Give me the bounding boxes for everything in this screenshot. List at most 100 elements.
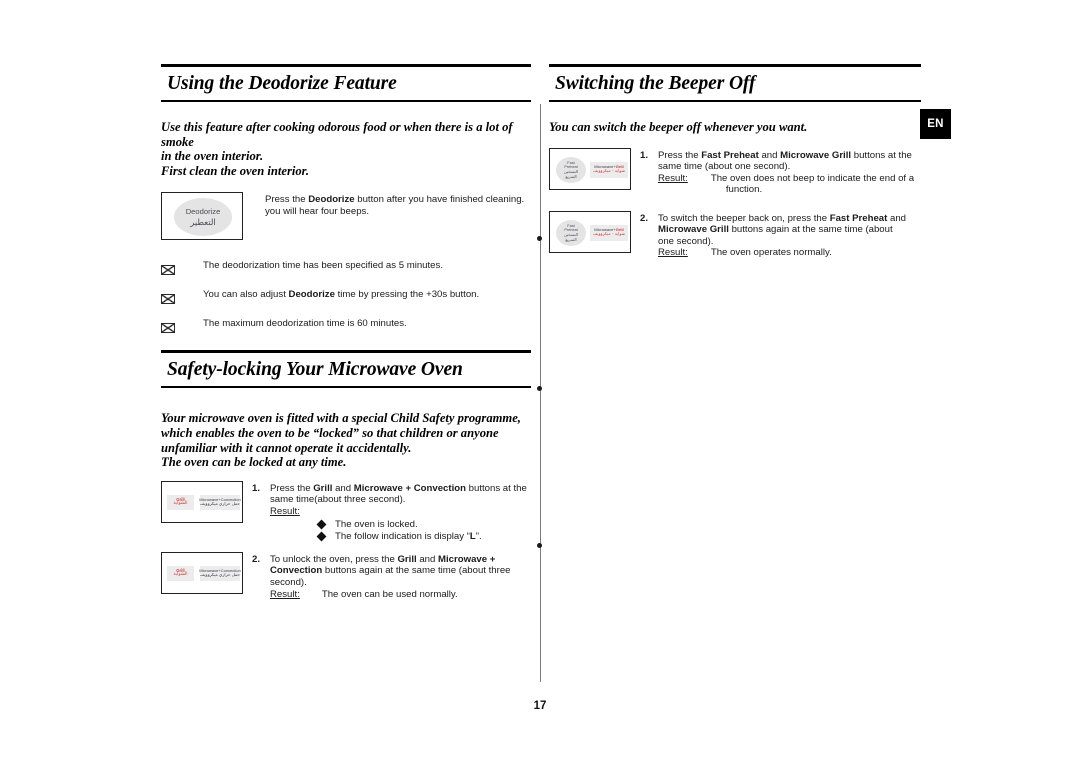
- deodorize-label-en: Deodorize: [185, 207, 221, 217]
- step-text-b: and: [416, 553, 439, 565]
- step-text-bold-convection: Convection: [270, 565, 323, 577]
- result-text-line2: function.: [725, 184, 763, 196]
- safety-lock-step-2-block: Grill الشواية Microwave+Convection حمل ح…: [161, 551, 531, 608]
- safety-lock-step-1: 1. Press the Grill and Microwave + Conve…: [252, 483, 531, 543]
- grill-button-chip: Grill الشواية: [167, 494, 194, 510]
- microwave-convection-label-ar: حمل حراري ميكروويف: [200, 572, 240, 578]
- result-bullet-text: The oven is locked.: [335, 518, 418, 530]
- step-text-bold-grill: Grill: [313, 482, 333, 494]
- microwave-grill-button-chip: Microwave+Grill شواية - ميكروويف: [590, 224, 628, 241]
- note-text: You can also adjust Deodorize time by pr…: [203, 289, 479, 301]
- result-label: Result:: [658, 172, 688, 184]
- note-marker-icon: [161, 260, 203, 279]
- heading-rule-top: [549, 64, 921, 67]
- section-heading-beeper: Switching the Beeper Off: [549, 64, 921, 102]
- manual-page: EN Using the Deodorize Feature Use this …: [0, 0, 1080, 763]
- page-title-safety-lock: Safety-locking Your Microwave Oven: [167, 359, 463, 381]
- fast-preheat-button-oval: Fast Preheat التسخين السريع: [556, 156, 586, 183]
- gutter-dot-2: [537, 386, 542, 391]
- section-heading-deodorize: Using the Deodorize Feature: [161, 64, 531, 102]
- step-text-bold-microwavegrill: Microwave Grill: [780, 149, 852, 161]
- page-title-deodorize: Using the Deodorize Feature: [167, 73, 397, 94]
- intro-line-4: The oven can be locked at any time.: [161, 455, 347, 470]
- microwave-convection-label-ar: حمل حراري ميكروويف: [200, 501, 240, 507]
- note-item: You can also adjust Deodorize time by pr…: [161, 289, 531, 308]
- beeper-step-1: 1. Press the Fast Preheat and Microwave …: [640, 150, 921, 196]
- step-text-line2: same time (about one second).: [658, 161, 791, 173]
- grill-button-chip: Grill الشواية: [167, 565, 194, 581]
- note-text-a: You can also adjust: [203, 289, 289, 301]
- note-item: The deodorization time has been specifie…: [161, 260, 531, 279]
- deodorize-instruction-c: button after you have finished cleaning.: [354, 194, 525, 206]
- step-text-line3: second).: [270, 576, 307, 588]
- deodorize-notes-list: The deodorization time has been specifie…: [161, 260, 531, 337]
- grill-convection-button-image-2: Grill الشواية Microwave+Convection حمل ح…: [161, 551, 243, 594]
- heading-rule-top: [161, 350, 531, 354]
- step-text-bold-convection: Microwave + Convection: [353, 482, 466, 494]
- heading-rule-bottom: [161, 386, 531, 389]
- fast-preheat-label-ar-2: السريع: [565, 236, 577, 242]
- intro-beeper: You can switch the beeper off whenever y…: [549, 120, 921, 135]
- step-text-b: and: [758, 149, 781, 161]
- grill-label-ar: الشواية: [173, 501, 188, 507]
- gutter-dot-3: [537, 543, 542, 548]
- result-text-line1: The oven operates normally.: [710, 247, 832, 259]
- grill-convection-button-image-1: Grill الشواية Microwave+Convection حمل ح…: [161, 480, 243, 523]
- note-marker-icon: [161, 318, 203, 337]
- safety-lock-step-1-block: Grill الشواية Microwave+Convection حمل ح…: [161, 480, 531, 543]
- language-badge: EN: [920, 109, 951, 139]
- intro-line-1: Your microwave oven is fitted with a spe…: [161, 411, 521, 426]
- deodorize-button-image: Deodorize التعطير: [161, 192, 243, 241]
- diamond-bullet-icon: [316, 519, 327, 529]
- result-label: Result:: [658, 247, 688, 259]
- step-text-line3: one second).: [658, 235, 714, 247]
- result-bullet-text: The follow indication is display “: [335, 531, 470, 543]
- step-text-c: buttons at the: [465, 482, 527, 494]
- step-number: 1.: [252, 482, 261, 494]
- heading-rule-top: [161, 64, 531, 67]
- microwave-grill-label-ar: شواية - ميكروويف: [592, 168, 626, 174]
- heading-rule-bottom: [549, 100, 921, 102]
- deodorize-instruction-a: Press the: [265, 194, 309, 206]
- intro-deodorize: Use this feature after cooking odorous f…: [161, 120, 531, 178]
- deodorize-step-block: Deodorize التعطير Press the Deodorize bu…: [161, 192, 531, 250]
- intro-line-1: Use this feature after cooking odorous f…: [161, 120, 513, 149]
- result-text: The oven can be used normally.: [321, 588, 458, 600]
- step-text-line2: same time(about three second).: [270, 494, 406, 506]
- deodorize-instruction-line2: you will hear four beeps.: [265, 205, 369, 217]
- step-text-a: To unlock the oven, press the: [270, 553, 398, 565]
- microwave-convection-button-chip: Microwave+Convection حمل حراري ميكروويف: [199, 565, 241, 581]
- intro-safety-lock: Your microwave oven is fitted with a spe…: [161, 411, 531, 469]
- intro-line-1: You can switch the beeper off whenever y…: [549, 120, 808, 134]
- fastpreheat-microwavegrill-button-image-2: Fast Preheat التسخين السريع Microwave+Gr…: [549, 210, 631, 253]
- step-number: 1.: [640, 149, 649, 161]
- note-text-a: The deodorization time has been specifie…: [203, 260, 443, 272]
- note-marker-icon: [161, 289, 203, 308]
- right-column: Switching the Beeper Off You can switch …: [549, 64, 921, 263]
- beeper-step-2-block: Fast Preheat التسخين السريع Microwave+Gr…: [549, 210, 921, 263]
- fastpreheat-microwavegrill-button-image-1: Fast Preheat التسخين السريع Microwave+Gr…: [549, 147, 631, 190]
- result-bullet-text-b: ”.: [475, 531, 482, 543]
- step-text-bold-microwavegrill: Microwave Grill: [658, 224, 729, 236]
- note-text-a: The maximum deodorization time is 60 min…: [203, 318, 407, 330]
- step-text-line2: buttons again at the same time (about: [728, 224, 893, 236]
- intro-line-3: First clean the oven interior.: [161, 163, 309, 178]
- diamond-bullet-icon: [316, 531, 327, 542]
- step-text-a: Press the: [270, 482, 314, 494]
- intro-line-2: which enables the oven to be “locked” so…: [161, 425, 499, 440]
- result-text-line1: The oven does not beep to indicate the e…: [710, 172, 915, 184]
- microwave-grill-button-chip: Microwave+Grill شواية - ميكروويف: [590, 161, 628, 178]
- safety-lock-step-2: 2. To unlock the oven, press the Grill a…: [252, 554, 531, 600]
- section-heading-safety-lock: Safety-locking Your Microwave Oven: [161, 350, 531, 389]
- result-label: Result:: [270, 505, 300, 517]
- page-title-beeper: Switching the Beeper Off: [555, 73, 756, 94]
- step-text-bold-grill: Grill: [397, 553, 417, 565]
- step-text-b: and: [887, 212, 906, 224]
- page-number: 17: [533, 700, 547, 712]
- intro-line-2: in the oven interior.: [161, 149, 264, 164]
- note-text-bold: Deodorize: [288, 289, 335, 301]
- beeper-step-1-block: Fast Preheat التسخين السريع Microwave+Gr…: [549, 147, 921, 200]
- note-text: The maximum deodorization time is 60 min…: [203, 318, 407, 330]
- deodorize-label-ar: التعطير: [190, 217, 216, 228]
- intro-line-3: unfamiliar with it cannot operate it acc…: [161, 440, 412, 455]
